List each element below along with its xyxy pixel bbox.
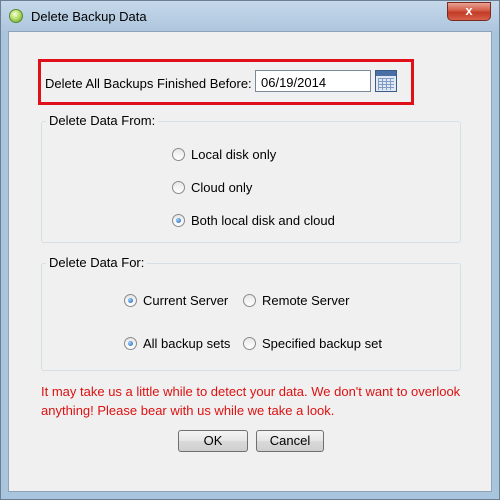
title-bar[interactable]: Delete Backup Data x: [1, 1, 499, 31]
date-filter-label: Delete All Backups Finished Before:: [45, 76, 252, 91]
cancel-button[interactable]: Cancel: [256, 430, 324, 452]
radio-label: Local disk only: [191, 147, 277, 162]
radio-button[interactable]: [243, 337, 256, 350]
radio-label: Remote Server: [262, 293, 350, 308]
radio-local-disk-only[interactable]: Local disk only: [172, 147, 276, 162]
radio-button[interactable]: [172, 148, 185, 161]
radio-label: Specified backup set: [262, 336, 382, 351]
radio-both-local-and-cloud[interactable]: Both local disk and cloud: [172, 213, 335, 228]
radio-remote-server[interactable]: Remote Server: [243, 293, 349, 308]
ok-button[interactable]: OK: [178, 430, 248, 452]
dialog-body: Delete All Backups Finished Before: Dele…: [8, 31, 492, 492]
radio-all-backup-sets[interactable]: All backup sets: [124, 336, 230, 351]
close-button[interactable]: x: [447, 2, 491, 21]
radio-label: Cloud only: [191, 180, 253, 195]
radio-cloud-only[interactable]: Cloud only: [172, 180, 252, 195]
radio-button[interactable]: [172, 181, 185, 194]
radio-label: Current Server: [143, 293, 229, 308]
radio-specified-backup-set[interactable]: Specified backup set: [243, 336, 382, 351]
warning-message: It may take us a little while to detect …: [41, 384, 461, 418]
radio-button[interactable]: [243, 294, 256, 307]
radio-label: All backup sets: [143, 336, 231, 351]
calendar-icon: [375, 70, 397, 92]
radio-button-checked[interactable]: [172, 214, 185, 227]
window-title: Delete Backup Data: [31, 9, 147, 24]
radio-button-checked[interactable]: [124, 337, 137, 350]
delete-for-legend: Delete Data For:: [46, 255, 148, 270]
delete-from-group: Delete Data From: Local disk only Cloud …: [41, 113, 461, 243]
radio-label: Both local disk and cloud: [191, 213, 335, 228]
radio-current-server[interactable]: Current Server: [124, 293, 228, 308]
delete-for-group: Delete Data For: Current Server Remote S…: [41, 255, 461, 371]
date-input[interactable]: [255, 70, 371, 92]
calendar-button[interactable]: [375, 70, 399, 94]
radio-button-checked[interactable]: [124, 294, 137, 307]
dialog-window: Delete Backup Data x Delete All Backups …: [0, 0, 500, 500]
delete-from-legend: Delete Data From:: [46, 113, 159, 128]
app-icon: [9, 9, 23, 23]
